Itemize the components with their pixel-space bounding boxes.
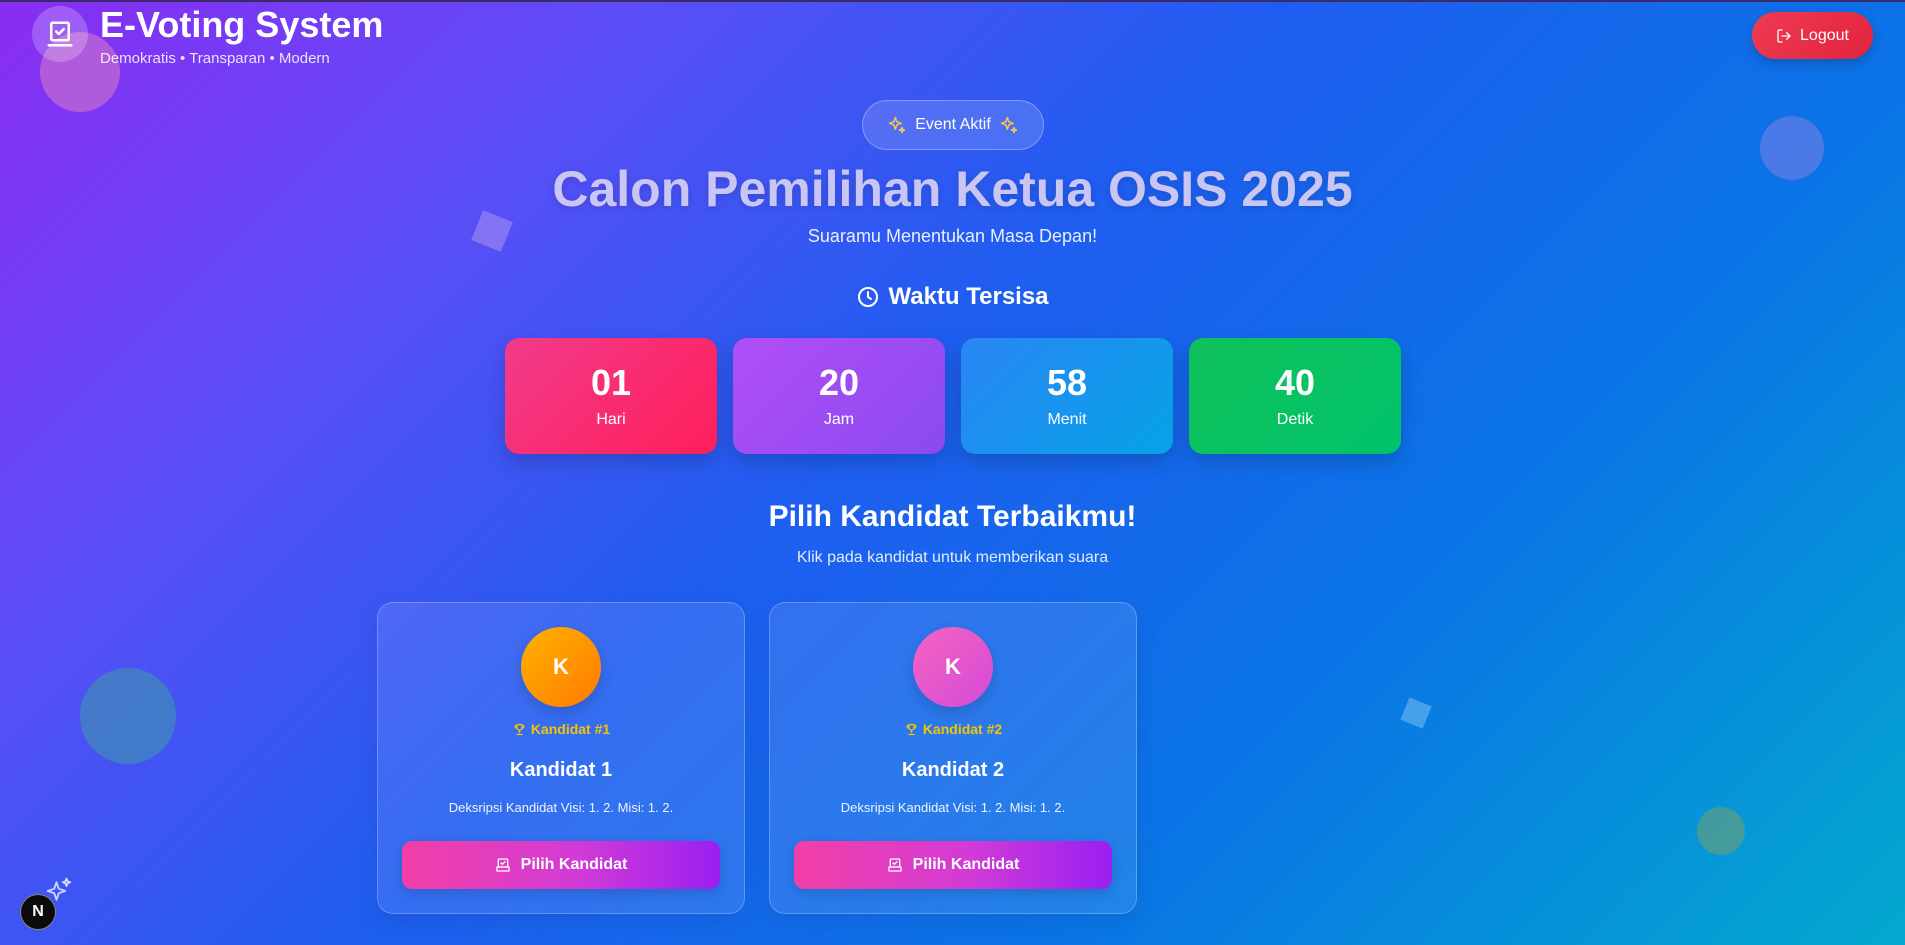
countdown-label: Hari — [596, 411, 626, 428]
ballot-icon — [495, 858, 510, 872]
dev-tools-indicator[interactable]: N — [20, 894, 56, 930]
candidate-number: Kandidat #1 — [378, 721, 744, 737]
candidate-number: Kandidat #2 — [770, 721, 1136, 737]
vote-button-label: Pilih Kandidat — [912, 856, 1020, 873]
vote-button-label: Pilih Kandidat — [520, 856, 628, 873]
clock-icon — [858, 287, 879, 307]
candidate-number-label: Kandidat #2 — [922, 721, 1003, 737]
event-status-label: Event Aktif — [915, 116, 991, 133]
candidate-name: Kandidat 1 — [509, 759, 613, 781]
countdown-value: 01 — [590, 362, 632, 403]
top-border — [0, 0, 1905, 2]
countdown-seconds: 40 Detik — [1189, 338, 1401, 454]
candidate-number-label: Kandidat #1 — [530, 721, 611, 737]
countdown-minutes: 58 Menit — [961, 338, 1173, 454]
countdown-value: 58 — [1046, 362, 1088, 403]
logout-label: Logout — [1800, 26, 1849, 44]
countdown-value: 40 — [1274, 362, 1316, 403]
app-tagline: Demokratis • Transparan • Modern — [100, 50, 330, 67]
logout-button[interactable]: Logout — [1752, 12, 1873, 59]
trophy-icon — [514, 723, 525, 735]
event-status-badge: Event Aktif — [862, 100, 1044, 150]
vote-button[interactable]: Pilih Kandidat — [794, 841, 1112, 889]
decorative-circle — [80, 668, 176, 764]
countdown-label: Detik — [1276, 411, 1314, 428]
logout-icon — [1777, 28, 1791, 43]
candidate-description: Deksripsi Kandidat Visi: 1. 2. Misi: 1. … — [448, 800, 674, 815]
candidates-heading: Pilih Kandidat Terbaikmu! — [768, 500, 1137, 533]
candidate-avatar: K — [913, 627, 993, 707]
timer-heading: Waktu Tersisa — [0, 283, 1905, 311]
countdown-label: Menit — [1047, 411, 1087, 428]
ballot-icon — [887, 858, 902, 872]
countdown-value: 20 — [818, 362, 860, 403]
countdown-timer: 01 Hari 20 Jam 58 Menit 40 Detik — [505, 338, 1401, 454]
candidate-card[interactable]: K Kandidat #2 Kandidat 2 Deksripsi Kandi… — [769, 602, 1137, 914]
page-subtitle: Suaramu Menentukan Masa Depan! — [807, 226, 1098, 246]
vote-button[interactable]: Pilih Kandidat — [402, 841, 720, 889]
candidate-card[interactable]: K Kandidat #1 Kandidat 1 Deksripsi Kandi… — [377, 602, 745, 914]
logo — [32, 6, 88, 62]
candidate-avatar: K — [521, 627, 601, 707]
countdown-hours: 20 Jam — [733, 338, 945, 454]
page-title: Calon Pemilihan Ketua OSIS 2025 — [552, 161, 1353, 217]
countdown-label: Jam — [823, 411, 855, 428]
app-header: E-Voting System Demokratis • Transparan … — [32, 6, 383, 67]
sparkle-icon — [1000, 116, 1018, 134]
candidate-description: Deksripsi Kandidat Visi: 1. 2. Misi: 1. … — [840, 800, 1066, 815]
app-title: E-Voting System — [100, 4, 384, 45]
candidates-instruction: Klik pada kandidat untuk memberikan suar… — [796, 549, 1109, 566]
trophy-icon — [906, 723, 917, 735]
decorative-square — [1400, 697, 1432, 729]
candidate-name: Kandidat 2 — [901, 759, 1005, 781]
decorative-circle — [1697, 807, 1745, 855]
vote-box-icon — [47, 21, 73, 47]
timer-title: Waktu Tersisa — [888, 283, 1049, 310]
sparkle-icon — [888, 116, 906, 134]
countdown-days: 01 Hari — [505, 338, 717, 454]
